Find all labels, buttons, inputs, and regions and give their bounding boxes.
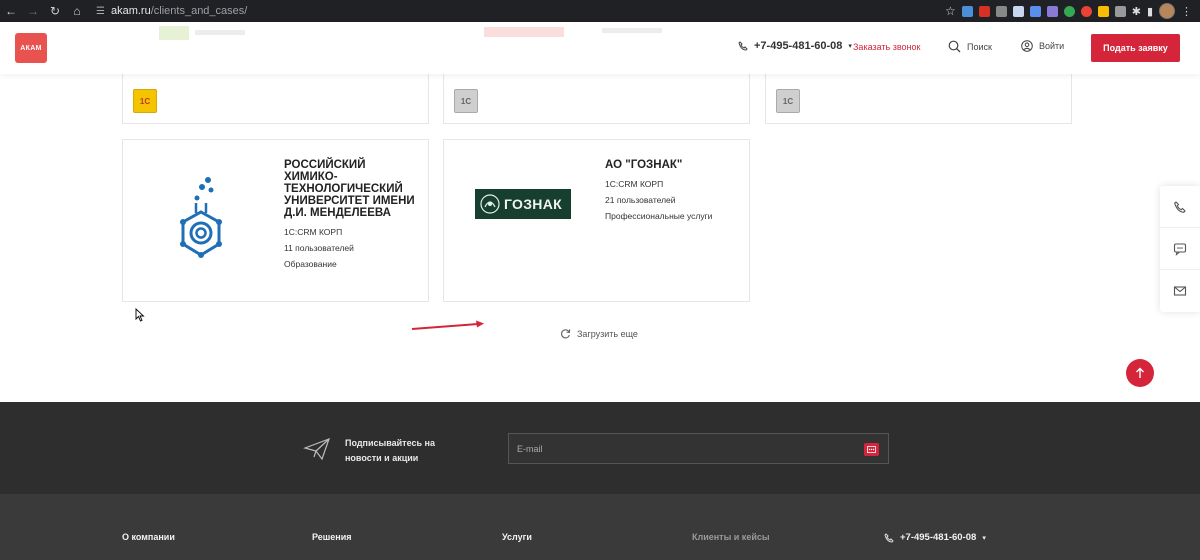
footer-phone-number: +7-495-481-60-08 (900, 532, 977, 543)
chevron-down-icon: ▾ (848, 43, 852, 50)
client-card[interactable]: ГОЗНАК АО "ГОЗНАК" 1С:CRM КОРП 21 пользо… (443, 139, 750, 302)
extension-icon[interactable] (961, 5, 973, 17)
email-field[interactable] (517, 434, 847, 463)
user-icon (1021, 40, 1033, 52)
phone-icon (884, 532, 894, 543)
reload-icon[interactable]: ↻ (44, 0, 66, 22)
address-bar[interactable]: ☰ akam.ru/clients_and_cases/ (96, 0, 247, 22)
extension-icon[interactable] (995, 5, 1007, 17)
client-product: 1С:CRM КОРП (605, 179, 664, 189)
mail-icon (1173, 286, 1187, 296)
login-label: Войти (1039, 41, 1065, 51)
extension-icon[interactable] (978, 5, 990, 17)
goznak-wordmark: ГОЗНАК (504, 195, 562, 212)
goznak-logo: ГОЗНАК (475, 189, 571, 219)
login-button[interactable]: Войти (1021, 40, 1064, 52)
goznak-emblem-icon (480, 194, 500, 214)
site-footer (0, 494, 1200, 560)
bookmark-star-icon[interactable]: ☆ (945, 4, 956, 18)
extension-icon[interactable] (1063, 5, 1075, 17)
phone-icon (738, 41, 748, 51)
paper-plane-icon (303, 437, 330, 461)
site-header: АКАМ +7-495-481-60-08 ▾ Заказать звонок … (0, 22, 1200, 74)
search-button[interactable]: Поиск (948, 40, 992, 53)
client-name: РОССИЙСКИЙ ХИМИКО-ТЕХНОЛОГИЧЕСКИЙ УНИВЕР… (284, 159, 415, 219)
client-info: АО "ГОЗНАК" 1С:CRM КОРП 21 пользователей… (605, 159, 740, 221)
refresh-icon (561, 329, 571, 339)
load-more-label: Загрузить еще (577, 328, 638, 339)
client-card-partial[interactable]: 1С (122, 74, 429, 124)
client-industry: Образование (284, 259, 337, 269)
annotation-arrow-icon (411, 320, 484, 330)
footer-phone[interactable]: +7-495-481-60-08 ▾ (884, 532, 986, 543)
client-users: 21 пользователей (605, 195, 676, 205)
profile-avatar[interactable] (1159, 3, 1175, 19)
browser-menu-icon[interactable]: ⋮ (1181, 5, 1192, 18)
phone-icon (1174, 200, 1186, 213)
footer-link-about[interactable]: О компании (122, 532, 175, 542)
1c-badge-icon: 1С (776, 89, 800, 113)
email-submit-button[interactable] (864, 443, 879, 456)
mouse-cursor-icon (135, 308, 145, 322)
extension-icon[interactable] (1029, 5, 1041, 17)
extensions-bar: ☆ ✱ ▮ ⋮ (945, 0, 1192, 22)
callback-widget-button[interactable] (1160, 186, 1200, 228)
submit-request-button[interactable]: Подать заявку (1091, 34, 1180, 62)
extension-icon[interactable] (1080, 5, 1092, 17)
subscribe-text: Подписывайтесь на новости и акции (345, 438, 435, 463)
send-icon (867, 446, 876, 453)
ghost-logo-strip (482, 22, 572, 74)
contact-widget (1160, 186, 1200, 312)
footer-link-clients[interactable]: Клиенты и кейсы (692, 532, 770, 542)
extension-icon[interactable] (1097, 5, 1109, 17)
arrow-up-icon (1136, 367, 1144, 378)
extension-icon[interactable] (1012, 5, 1024, 17)
client-card-partial[interactable]: 1С (443, 74, 750, 124)
search-icon (948, 40, 961, 53)
forward-icon[interactable]: → (22, 0, 44, 22)
chat-widget-button[interactable] (1160, 228, 1200, 270)
url-host: akam.ru (110, 5, 151, 17)
client-card[interactable]: РОССИЙСКИЙ ХИМИКО-ТЕХНОЛОГИЧЕСКИЙ УНИВЕР… (122, 139, 429, 302)
site-logo[interactable]: АКАМ (15, 33, 47, 63)
1c-badge-icon: 1С (133, 89, 157, 113)
chevron-down-icon: ▾ (982, 534, 986, 542)
client-users: 11 пользователей (284, 243, 354, 253)
extension-icon[interactable] (1046, 5, 1058, 17)
browser-toolbar: ← → ↻ ⌂ ☰ akam.ru/clients_and_cases/ ☆ ✱… (0, 0, 1200, 22)
client-name: АО "ГОЗНАК" (605, 159, 683, 171)
client-industry: Профессиональные услуги (605, 211, 713, 221)
chat-icon (1173, 242, 1187, 256)
home-icon[interactable]: ⌂ (66, 0, 88, 22)
client-product: 1С:CRM КОРП (284, 227, 343, 237)
email-widget-button[interactable] (1160, 270, 1200, 312)
sidebar-icon[interactable]: ▮ (1147, 5, 1153, 18)
search-label: Поиск (967, 41, 992, 52)
extensions-puzzle-icon[interactable]: ✱ (1132, 5, 1141, 18)
ghost-logo-strip (600, 22, 680, 74)
client-info: РОССИЙСКИЙ ХИМИКО-ТЕХНОЛОГИЧЕСКИЙ УНИВЕР… (284, 159, 419, 269)
extension-icon[interactable] (1114, 5, 1126, 17)
client-card-partial[interactable]: 1С (765, 74, 1072, 124)
email-field-wrapper (508, 433, 889, 464)
1c-badge-icon: 1С (454, 89, 478, 113)
header-phone[interactable]: +7-495-481-60-08 ▾ (738, 40, 852, 52)
ghost-logo-strip (155, 22, 245, 74)
scroll-to-top-button[interactable] (1126, 359, 1154, 387)
site-settings-icon[interactable]: ☰ (96, 6, 105, 17)
callback-link[interactable]: Заказать звонок (853, 42, 920, 52)
url-path: /clients_and_cases/ (150, 5, 248, 17)
footer-link-services[interactable]: Услуги (502, 532, 532, 542)
back-icon[interactable]: ← (0, 0, 22, 22)
header-phone-number: +7-495-481-60-08 (754, 40, 843, 52)
flask-molecule-logo-icon (180, 177, 222, 258)
footer-link-solutions[interactable]: Решения (312, 532, 352, 542)
load-more-button[interactable]: Загрузить еще (560, 328, 638, 339)
